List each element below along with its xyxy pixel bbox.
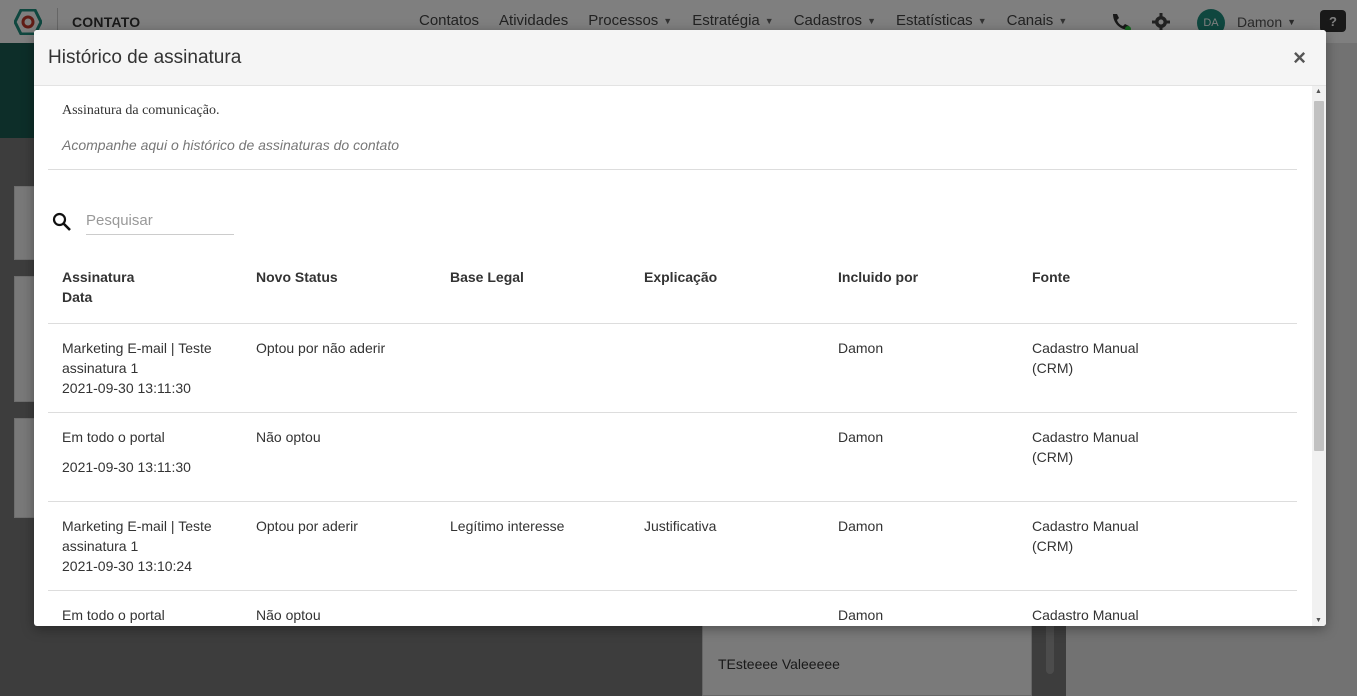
cell-explanation: [630, 412, 824, 502]
table-row: Em todo o portal 2021-09-30 13:11:30 Não…: [48, 412, 1297, 502]
cell-status: Não optou: [242, 412, 436, 502]
cell-source: Cadastro Manual (CRM): [1018, 323, 1297, 413]
cell-status: Optou por não aderir: [242, 323, 436, 413]
table-row: Marketing E-mail | Teste assinatura 1 20…: [48, 323, 1297, 413]
header-signature-label: Assinatura: [62, 269, 135, 285]
column-header-source[interactable]: Fonte: [1018, 253, 1297, 324]
table-header-row: Assinatura Data Novo Status Base Legal E…: [48, 253, 1297, 324]
cell-legal: [436, 323, 630, 413]
signature-history-table: Assinatura Data Novo Status Base Legal E…: [48, 253, 1297, 626]
header-date-label: Data: [62, 289, 93, 305]
scrollbar-thumb[interactable]: [1314, 101, 1324, 451]
date-text: 2021-09-30 13:10:24: [62, 558, 192, 574]
cell-signature: Em todo o portal 2021-09-30 13:11:30: [48, 412, 242, 502]
cell-source: Cadastro Manual (CRM): [1018, 412, 1297, 502]
column-header-signature[interactable]: Assinatura Data: [48, 253, 242, 324]
search-icon: [52, 212, 71, 231]
column-header-included-by[interactable]: Incluido por: [824, 253, 1018, 324]
close-button[interactable]: ×: [1293, 47, 1306, 69]
cell-status: Não optou: [242, 590, 436, 626]
cell-included-by: Damon: [824, 323, 1018, 413]
table-row: Marketing E-mail | Teste assinatura 1 20…: [48, 501, 1297, 591]
signature-history-modal: Histórico de assinatura × Assinatura da …: [34, 30, 1326, 626]
signature-text: Marketing E-mail | Teste assinatura 1: [62, 518, 212, 554]
cell-legal: [436, 590, 630, 626]
cell-signature: Marketing E-mail | Teste assinatura 1 20…: [48, 501, 242, 591]
cell-legal: [436, 412, 630, 502]
signature-text: Marketing E-mail | Teste assinatura 1: [62, 340, 212, 376]
date-text: 2021-09-30 13:11:30: [62, 459, 191, 475]
modal-scrollbar[interactable]: ▲ ▼: [1312, 86, 1326, 626]
signature-text: Em todo o portal: [62, 429, 165, 445]
cell-explanation: [630, 323, 824, 413]
scroll-up-arrow-icon[interactable]: ▲: [1315, 88, 1322, 95]
cell-included-by: Damon: [824, 412, 1018, 502]
intro-title: Assinatura da comunicação.: [62, 103, 220, 118]
cell-source: Cadastro Manual: [1018, 590, 1297, 626]
cell-explanation: Justificativa: [630, 501, 824, 591]
modal-body: Assinatura da comunicação. Acompanhe aqu…: [34, 86, 1312, 626]
table-row: Em todo o portal Não optou Damon Cadastr…: [48, 590, 1297, 626]
cell-signature: Marketing E-mail | Teste assinatura 1 20…: [48, 323, 242, 413]
search-input[interactable]: [86, 207, 234, 235]
intro-subtitle: Acompanhe aqui o histórico de assinatura…: [62, 137, 399, 153]
cell-legal: Legítimo interesse: [436, 501, 630, 591]
cell-included-by: Damon: [824, 501, 1018, 591]
cell-included-by: Damon: [824, 590, 1018, 626]
signature-text: Em todo o portal: [62, 607, 165, 623]
divider: [48, 169, 1297, 170]
column-header-status[interactable]: Novo Status: [242, 253, 436, 324]
column-header-legal[interactable]: Base Legal: [436, 253, 630, 324]
modal-title: Histórico de assinatura: [48, 47, 242, 68]
cell-source: Cadastro Manual (CRM): [1018, 501, 1297, 591]
scroll-down-arrow-icon[interactable]: ▼: [1315, 617, 1322, 624]
cell-signature: Em todo o portal: [48, 590, 242, 626]
cell-explanation: [630, 590, 824, 626]
date-text: 2021-09-30 13:11:30: [62, 380, 191, 396]
column-header-explanation[interactable]: Explicação: [630, 253, 824, 324]
cell-status: Optou por aderir: [242, 501, 436, 591]
modal-header: Histórico de assinatura ×: [34, 30, 1326, 86]
